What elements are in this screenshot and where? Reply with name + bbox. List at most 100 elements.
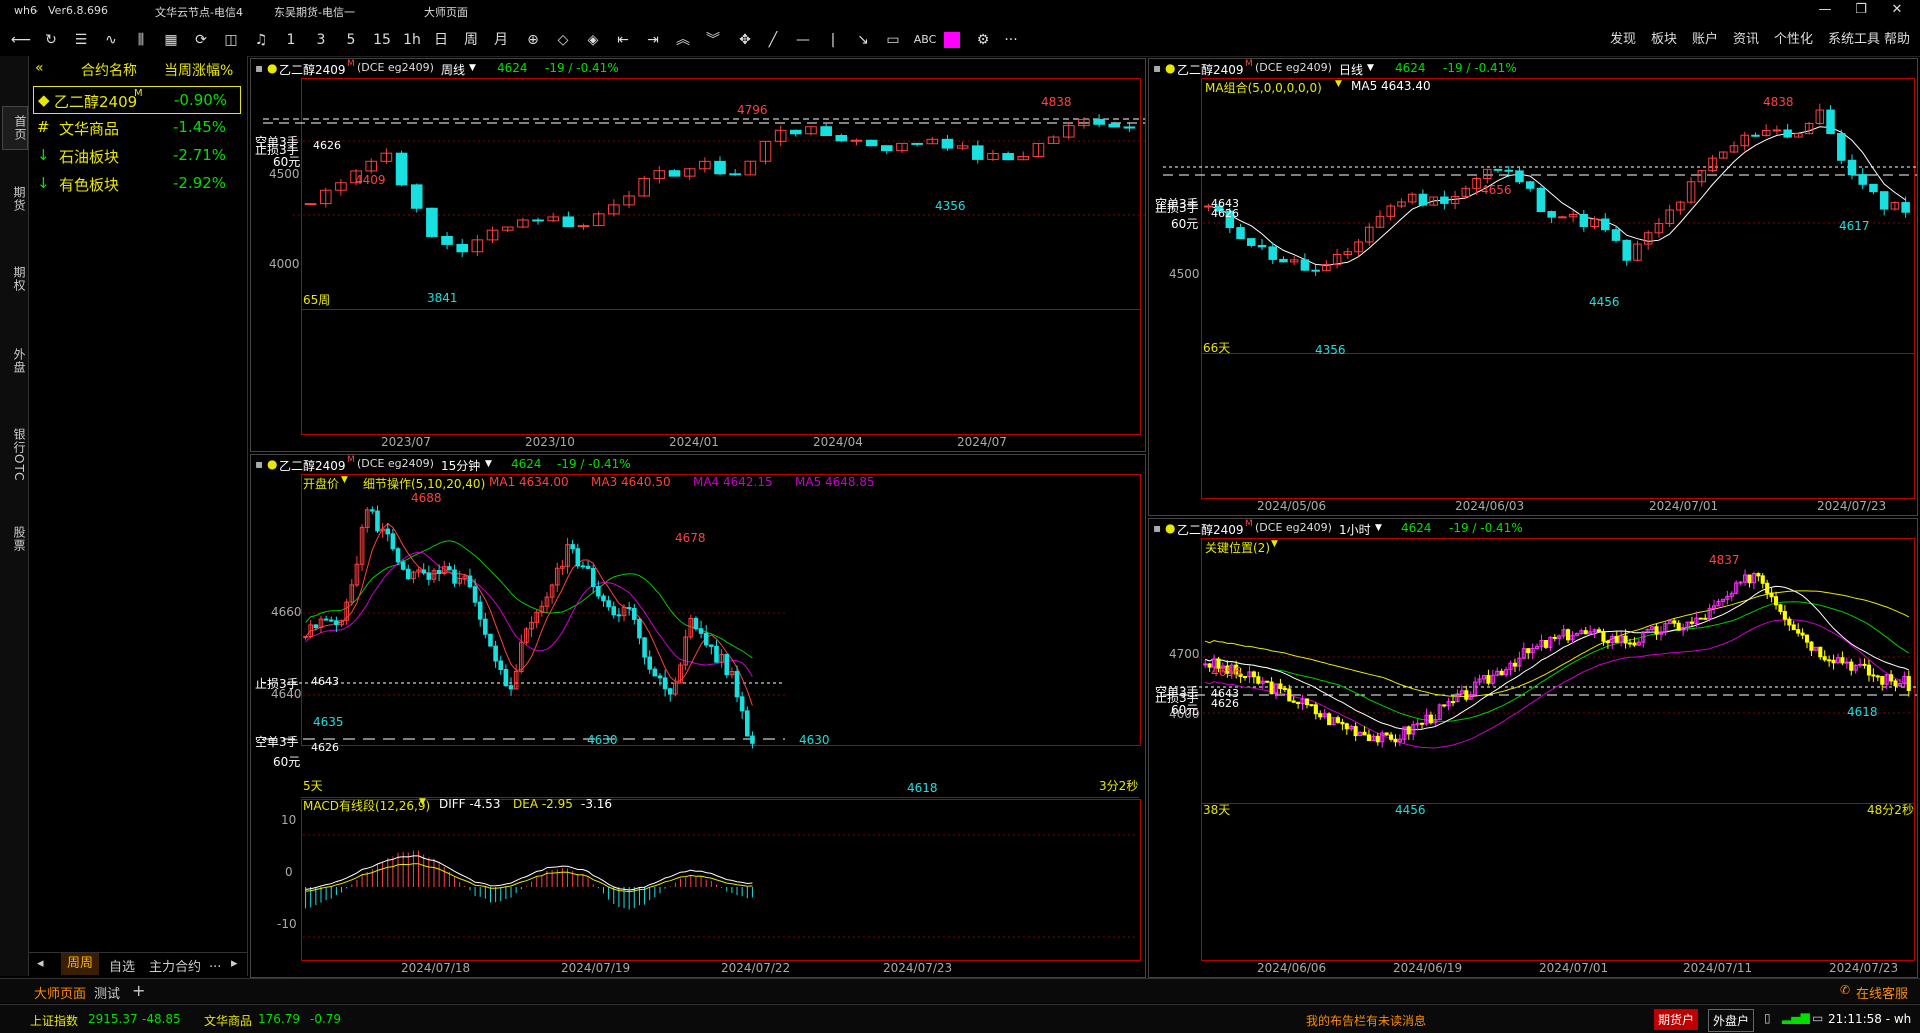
tab-more[interactable]: ... [209, 956, 221, 971]
list-item[interactable]: ↓ 有色板块 -2.92% [33, 170, 251, 196]
period-week[interactable]: 周 [460, 30, 482, 50]
chevron-down-icon[interactable]: ▼ [341, 475, 348, 485]
candle-body [729, 173, 741, 176]
vtab-home[interactable]: 首页 [2, 106, 28, 150]
pnl-label: 60元 [1171, 703, 1199, 717]
chevron-down-icon[interactable]: ▼ [1271, 539, 1278, 549]
tab-weekly[interactable]: 周周 [61, 953, 100, 975]
settings-icon[interactable]: ⚙ [972, 30, 994, 50]
indicator-detail[interactable]: 细节操作(5,10,20,40) [363, 475, 485, 492]
col-contract-name[interactable]: 合约名称 [81, 60, 137, 80]
crosshair-icon[interactable]: ✥ [732, 30, 758, 50]
index-change: -48.85 [142, 1012, 181, 1026]
tab-favorites[interactable]: 自选 [109, 956, 135, 975]
vtab-bank-otc[interactable]: 银行OTC [2, 428, 26, 481]
close-icon[interactable]: ✕ [1882, 2, 1912, 20]
indicator-ma-group[interactable]: MA组合(5,0,0,0,0,0) [1205, 79, 1322, 96]
rect-icon[interactable]: ▭ [882, 30, 904, 50]
restore-icon[interactable]: ❐ [1846, 2, 1876, 20]
vtab-overseas[interactable]: 外盘 [2, 348, 26, 374]
add-tab-button[interactable]: + [132, 981, 145, 1000]
list-item[interactable]: ↓ 石油板块 -2.71% [33, 142, 251, 168]
online-service-link[interactable]: 在线客服 [1856, 983, 1908, 1002]
layers-icon[interactable]: ◫ [220, 30, 242, 50]
collapse-left-icon[interactable]: « [35, 60, 44, 76]
period-day[interactable]: 日 [430, 30, 452, 50]
list-item[interactable]: ◆ 乙二醇2409 M -0.90% [33, 86, 241, 114]
vline-icon[interactable]: | [822, 30, 844, 50]
index-name[interactable]: 文华商品 [204, 1012, 252, 1029]
tab-master-page[interactable]: 大师页面 [28, 981, 93, 1006]
macd-title[interactable]: MACD有线段(12,26,9) [303, 797, 430, 814]
service-icon[interactable]: ✆ [1840, 983, 1850, 997]
up-chevron-icon[interactable]: ︽ [672, 30, 694, 50]
candle-body [1778, 604, 1783, 613]
period-5min[interactable]: 5 [340, 30, 362, 50]
tab-test[interactable]: 测试 [94, 983, 120, 1002]
tab-main-contracts[interactable]: 主力合约 [149, 956, 201, 975]
col-weekly-change[interactable]: 当周涨幅% [164, 60, 233, 80]
minimize-icon[interactable]: — [1810, 2, 1840, 20]
period-15min[interactable]: 15 [370, 30, 394, 50]
period-3min[interactable]: 3 [310, 30, 332, 50]
vtab-futures[interactable]: 期货 [2, 186, 26, 212]
expand-icon[interactable]: ◇ [552, 30, 574, 50]
list-item[interactable]: # 文华商品 -1.45% [33, 114, 251, 140]
list-icon[interactable]: ☰ [70, 30, 92, 50]
color-swatch[interactable] [944, 32, 960, 48]
table-icon[interactable]: ▦ [160, 30, 182, 50]
high-label: 4838 [1763, 95, 1794, 109]
menu-help[interactable]: 帮助 [1884, 30, 1910, 50]
line-chart-icon[interactable]: ∿ [100, 30, 122, 50]
arrow-icon[interactable]: ↘ [852, 30, 874, 50]
candle-body [452, 569, 457, 584]
kline-icon[interactable]: ⫼ [130, 30, 152, 50]
candle-body [313, 624, 319, 629]
draw-line-icon[interactable]: ╱ [762, 30, 784, 50]
next-icon[interactable]: ▸ [231, 956, 238, 971]
overseas-account-button[interactable]: 外盘户 [1708, 1009, 1755, 1032]
collapse-icon[interactable]: ◈ [582, 30, 604, 50]
hline-icon[interactable]: — [792, 30, 814, 50]
menu-personalize[interactable]: 个性化 [1774, 30, 1813, 50]
sync-icon[interactable]: ⟳ [190, 30, 212, 50]
chat-icon[interactable]: ▭ [1812, 1011, 1823, 1025]
candle-body [668, 170, 681, 177]
chevron-down-icon[interactable]: ▼ [419, 797, 426, 807]
candle-body [483, 618, 488, 635]
candle-body [395, 548, 401, 563]
server-node-2[interactable]: 东吴期货-电信一 [274, 4, 355, 20]
period-1h[interactable]: 1h [400, 30, 424, 50]
period-1min[interactable]: 1 [280, 30, 302, 50]
menu-news[interactable]: 资讯 [1733, 30, 1759, 50]
menu-discover[interactable]: 发现 [1610, 30, 1636, 50]
text-tool[interactable]: ABC [910, 30, 940, 50]
menu-sector[interactable]: 板块 [1651, 30, 1677, 50]
refresh-icon[interactable]: ↻ [40, 30, 62, 50]
menu-system-tools[interactable]: 系统工具 [1828, 30, 1880, 50]
back-icon[interactable]: ⟵ [10, 30, 32, 50]
period-month[interactable]: 月 [490, 30, 512, 50]
indicator-open[interactable]: 开盘价 [303, 475, 339, 492]
index-name[interactable]: 上证指数 [30, 1012, 78, 1029]
vtab-options[interactable]: 期权 [2, 266, 26, 292]
right-arrow-icon[interactable]: ⇥ [642, 30, 664, 50]
lock-icon[interactable]: ▯ [1764, 1011, 1771, 1025]
notice-text[interactable]: 我的布告栏有未读消息 [1306, 1012, 1426, 1029]
y-tick: 4660 [271, 605, 302, 619]
zoom-in-icon[interactable]: ⊕ [522, 30, 544, 50]
bar-count: 38天 [1203, 803, 1231, 817]
vtab-stocks[interactable]: 股票 [2, 526, 26, 552]
prev-icon[interactable]: ◂ [37, 956, 44, 971]
futures-account-button[interactable]: 期货户 [1654, 1009, 1699, 1030]
server-node-1[interactable]: 文华云节点-电信4 [155, 4, 243, 20]
chevron-down-icon[interactable]: ▼ [1335, 79, 1342, 89]
menu-account[interactable]: 账户 [1692, 30, 1718, 50]
indicator-key-levels[interactable]: 关键位置(2) [1205, 539, 1270, 556]
candle-body [1738, 581, 1743, 584]
candle-body [1760, 575, 1765, 584]
left-arrow-icon[interactable]: ⇤ [612, 30, 634, 50]
down-chevron-icon[interactable]: ︾ [702, 30, 724, 50]
more-icon[interactable]: ··· [1000, 30, 1022, 50]
bell-icon[interactable]: ♫ [250, 30, 272, 50]
